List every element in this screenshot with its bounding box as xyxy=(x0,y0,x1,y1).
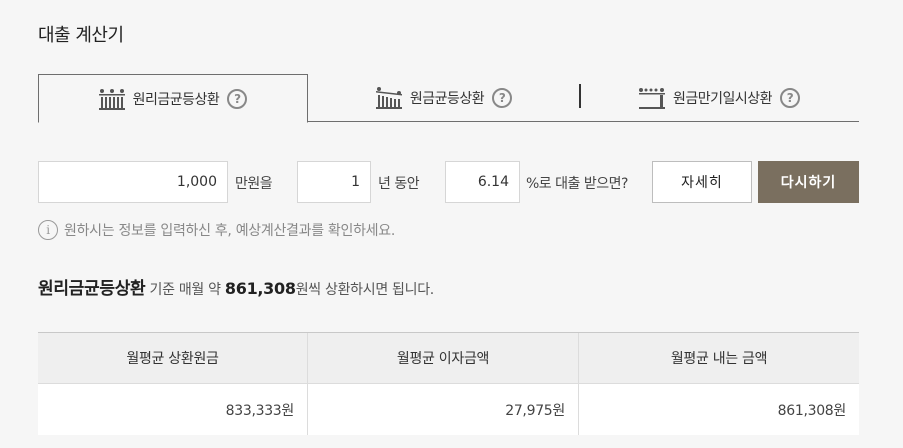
loan-amount-input[interactable] xyxy=(38,161,228,203)
table-cell: 833,333원 xyxy=(38,384,308,435)
result-table: 월평균 상환원금 월평균 이자금액 월평균 내는 금액 833,333원 27,… xyxy=(38,332,859,435)
table-header-row: 월평균 상환원금 월평균 이자금액 월평균 내는 금액 xyxy=(38,333,859,384)
tab-bullet-repayment[interactable]: 원금만기일시상환 ? xyxy=(580,74,859,122)
info-icon: i xyxy=(38,220,58,240)
detail-button[interactable]: 자세히 xyxy=(652,161,752,203)
summary-suffix: 원씩 상환하시면 됩니다. xyxy=(295,282,435,298)
page-title: 대출 계산기 xyxy=(38,25,124,46)
tab-equal-payment[interactable]: 원리금균등상환 ? xyxy=(38,74,308,123)
summary-prefix: 기준 매월 약 xyxy=(145,282,225,298)
declining-bars-icon xyxy=(375,87,402,109)
table-header-cell: 월평균 내는 금액 xyxy=(670,351,768,367)
years-unit-label: 년 동안 xyxy=(378,176,420,192)
retry-button[interactable]: 다시하기 xyxy=(758,161,859,203)
table-row: 833,333원 27,975원 861,308원 xyxy=(38,384,859,435)
bullet-repayment-icon xyxy=(638,88,665,109)
summary-method: 원리금균등상환 xyxy=(38,279,146,299)
interest-rate-input[interactable] xyxy=(445,161,520,203)
table-cell: 27,975원 xyxy=(308,384,579,435)
result-summary: 원리금균등상환 기준 매월 약 861,308원씩 상환하시면 됩니다. xyxy=(38,274,434,299)
help-icon[interactable]: ? xyxy=(492,88,513,108)
info-notice: i 원하시는 정보를 입력하신 후, 예상계산결과를 확인하세요. xyxy=(38,220,395,240)
tab-label: 원리금균등상환 xyxy=(132,91,220,108)
equal-payment-bars-icon xyxy=(98,88,125,110)
table-cell: 861,308원 xyxy=(777,402,847,419)
notice-text: 원하시는 정보를 입력하신 후, 예상계산결과를 확인하세요. xyxy=(64,223,395,239)
rate-unit-label: %로 대출 받으면? xyxy=(526,176,628,192)
loan-years-input[interactable] xyxy=(297,161,371,203)
repayment-method-tabs: 원리금균등상환 ? 원금균등상환 ? 원금만기일시상환 ? xyxy=(38,74,859,123)
table-header-cell: 월평균 이자금액 xyxy=(308,333,579,383)
table-header-cell: 월평균 상환원금 xyxy=(38,333,308,383)
tab-label: 원금만기일시상환 xyxy=(672,91,773,107)
summary-amount: 861,308 xyxy=(224,279,296,298)
tab-equal-principal[interactable]: 원금균등상환 ? xyxy=(308,74,580,122)
help-icon[interactable]: ? xyxy=(780,88,801,108)
tab-label: 원금균등상환 xyxy=(409,91,485,107)
amount-unit-label: 만원을 xyxy=(235,176,273,192)
help-icon[interactable]: ? xyxy=(227,88,248,109)
